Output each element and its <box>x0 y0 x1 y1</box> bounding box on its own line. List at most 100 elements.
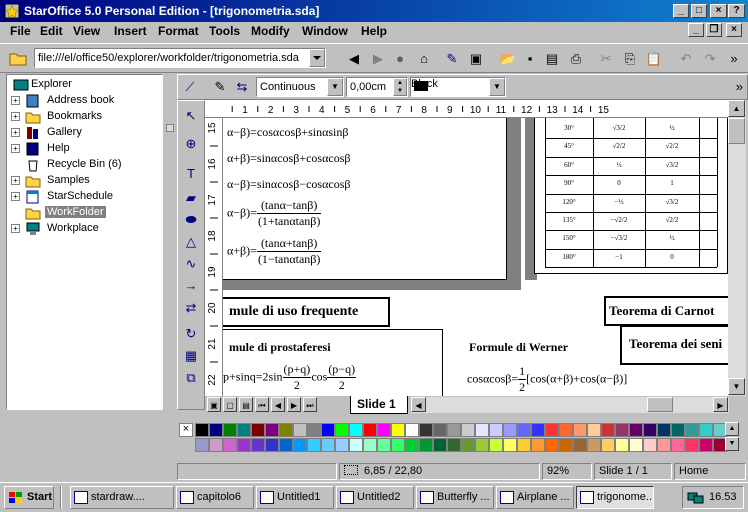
spin-icon[interactable]: ▲ ▼ <box>393 78 407 96</box>
color-swatch[interactable] <box>657 438 671 452</box>
cut-icon[interactable]: ✂ <box>596 49 616 69</box>
color-swatch[interactable] <box>531 423 545 437</box>
color-swatch[interactable] <box>377 423 391 437</box>
tree-item-help[interactable]: + Help <box>7 141 162 157</box>
redo-icon[interactable]: ↷ <box>700 49 720 69</box>
next-slide-icon[interactable]: ▶ <box>287 397 301 412</box>
color-swatch[interactable] <box>517 423 531 437</box>
explorer-splitter[interactable] <box>163 74 177 410</box>
color-swatch[interactable] <box>699 438 713 452</box>
copy-icon[interactable]: ⎘ <box>620 49 640 69</box>
ellipse-icon[interactable]: ⬬ <box>180 209 202 231</box>
curve-icon[interactable]: ∿ <box>180 253 202 275</box>
tree-item-gallery[interactable]: + Gallery <box>7 125 162 141</box>
lines-arrows-icon[interactable]: → <box>180 275 202 297</box>
open-icon[interactable]: 📂 <box>498 49 518 69</box>
toggle-edit-icon[interactable]: ▣ <box>466 49 486 69</box>
color-swatch[interactable] <box>629 438 643 452</box>
palette-scroll-down-icon[interactable]: ▼ <box>725 437 739 451</box>
color-swatch[interactable] <box>461 423 475 437</box>
chevron-down-icon[interactable] <box>309 49 325 67</box>
network-icon[interactable] <box>687 491 705 505</box>
line-color-select[interactable]: Black ▼ <box>410 77 506 97</box>
color-swatch[interactable] <box>489 423 503 437</box>
tree-item-explorer[interactable]: Explorer <box>7 77 162 93</box>
color-swatch[interactable] <box>279 438 293 452</box>
color-swatch[interactable] <box>601 438 615 452</box>
menu-tools[interactable]: Tools <box>209 24 240 38</box>
open-folder-icon[interactable] <box>8 48 28 68</box>
help-context-icon[interactable]: ? <box>728 4 745 18</box>
color-swatch[interactable] <box>377 438 391 452</box>
tab-slide-1[interactable]: Slide 1 <box>350 396 408 414</box>
line-ends-icon[interactable]: ⇆ <box>232 77 252 97</box>
color-swatch[interactable] <box>419 438 433 452</box>
expand-icon[interactable]: + <box>11 224 20 233</box>
color-swatch[interactable] <box>685 438 699 452</box>
scroll-thumb[interactable] <box>647 397 673 412</box>
tree-item-workfolder[interactable]: WorkFolder <box>7 205 162 221</box>
previous-slide-icon[interactable]: ◀ <box>271 397 285 412</box>
maximize-button[interactable]: □ <box>691 4 707 18</box>
text-icon[interactable]: T <box>180 163 202 185</box>
color-swatch[interactable] <box>587 423 601 437</box>
tree-item-recycle-bin[interactable]: Recycle Bin (6) <box>7 157 162 173</box>
color-swatch[interactable] <box>349 438 363 452</box>
scroll-left-icon[interactable]: ◀ <box>411 397 426 412</box>
color-swatch[interactable] <box>223 423 237 437</box>
expand-icon[interactable]: + <box>11 192 20 201</box>
color-swatch[interactable] <box>279 423 293 437</box>
color-swatch[interactable] <box>545 438 559 452</box>
color-swatch[interactable] <box>671 438 685 452</box>
color-swatch[interactable] <box>643 438 657 452</box>
drawing-view-icon[interactable]: ▣ <box>207 397 221 412</box>
color-swatch[interactable] <box>587 438 601 452</box>
line-icon[interactable]: ✎ <box>210 77 230 97</box>
menu-insert[interactable]: Insert <box>114 24 147 38</box>
expand-icon[interactable]: + <box>11 176 20 185</box>
export-icon[interactable]: ▤ <box>542 49 562 69</box>
no-fill-icon[interactable]: × <box>179 423 193 437</box>
color-swatch[interactable] <box>643 423 657 437</box>
scroll-down-icon[interactable]: ▼ <box>728 378 745 395</box>
color-swatch[interactable] <box>629 423 643 437</box>
expand-icon[interactable]: + <box>11 96 20 105</box>
color-swatch[interactable] <box>545 423 559 437</box>
menu-file[interactable]: File <box>10 24 31 38</box>
color-swatch[interactable] <box>447 438 461 452</box>
doc-close-button[interactable]: × <box>726 23 742 37</box>
select-arrow-icon[interactable]: ↖ <box>180 105 202 127</box>
save-icon[interactable]: ▪ <box>520 49 540 69</box>
color-swatch[interactable] <box>335 438 349 452</box>
stop-icon[interactable]: ● <box>390 49 410 69</box>
tree-item-bookmarks[interactable]: + Bookmarks <box>7 109 162 125</box>
first-slide-icon[interactable]: ⏮ <box>255 397 269 412</box>
line-width-stepper[interactable]: 0,00cm ▲ ▼ <box>346 77 408 97</box>
color-swatch[interactable] <box>685 423 699 437</box>
task-trigonometria[interactable]: trigonome... <box>576 486 654 509</box>
color-swatch[interactable] <box>559 423 573 437</box>
color-swatch[interactable] <box>307 438 321 452</box>
toolbar-more-icon[interactable]: » <box>736 77 743 97</box>
tree-item-address-book[interactable]: + Address book <box>7 93 162 109</box>
color-swatch[interactable] <box>195 423 209 437</box>
doc-restore-button[interactable]: ❐ <box>706 23 722 37</box>
chevron-down-icon[interactable]: ▼ <box>489 78 505 96</box>
tree-item-starschedule[interactable]: + StarSchedule <box>7 189 162 205</box>
color-swatch[interactable] <box>573 423 587 437</box>
color-swatch[interactable] <box>307 423 321 437</box>
home-icon[interactable]: ⌂ <box>414 49 434 69</box>
scroll-up-icon[interactable]: ▲ <box>728 100 745 117</box>
doc-minimize-button[interactable]: _ <box>688 23 704 37</box>
connector-icon[interactable]: ⇄ <box>180 297 202 319</box>
color-swatch[interactable] <box>237 438 251 452</box>
color-swatch[interactable] <box>489 438 503 452</box>
color-swatch[interactable] <box>559 438 573 452</box>
color-swatch[interactable] <box>475 438 489 452</box>
color-swatch[interactable] <box>419 423 433 437</box>
explorer-tree[interactable]: Explorer + Address book + Bookmarks + Ga… <box>6 74 163 410</box>
expand-icon[interactable]: + <box>11 128 20 137</box>
color-swatch[interactable] <box>405 423 419 437</box>
menu-edit[interactable]: Edit <box>40 24 63 38</box>
rectangle-icon[interactable]: ▰ <box>180 187 202 209</box>
